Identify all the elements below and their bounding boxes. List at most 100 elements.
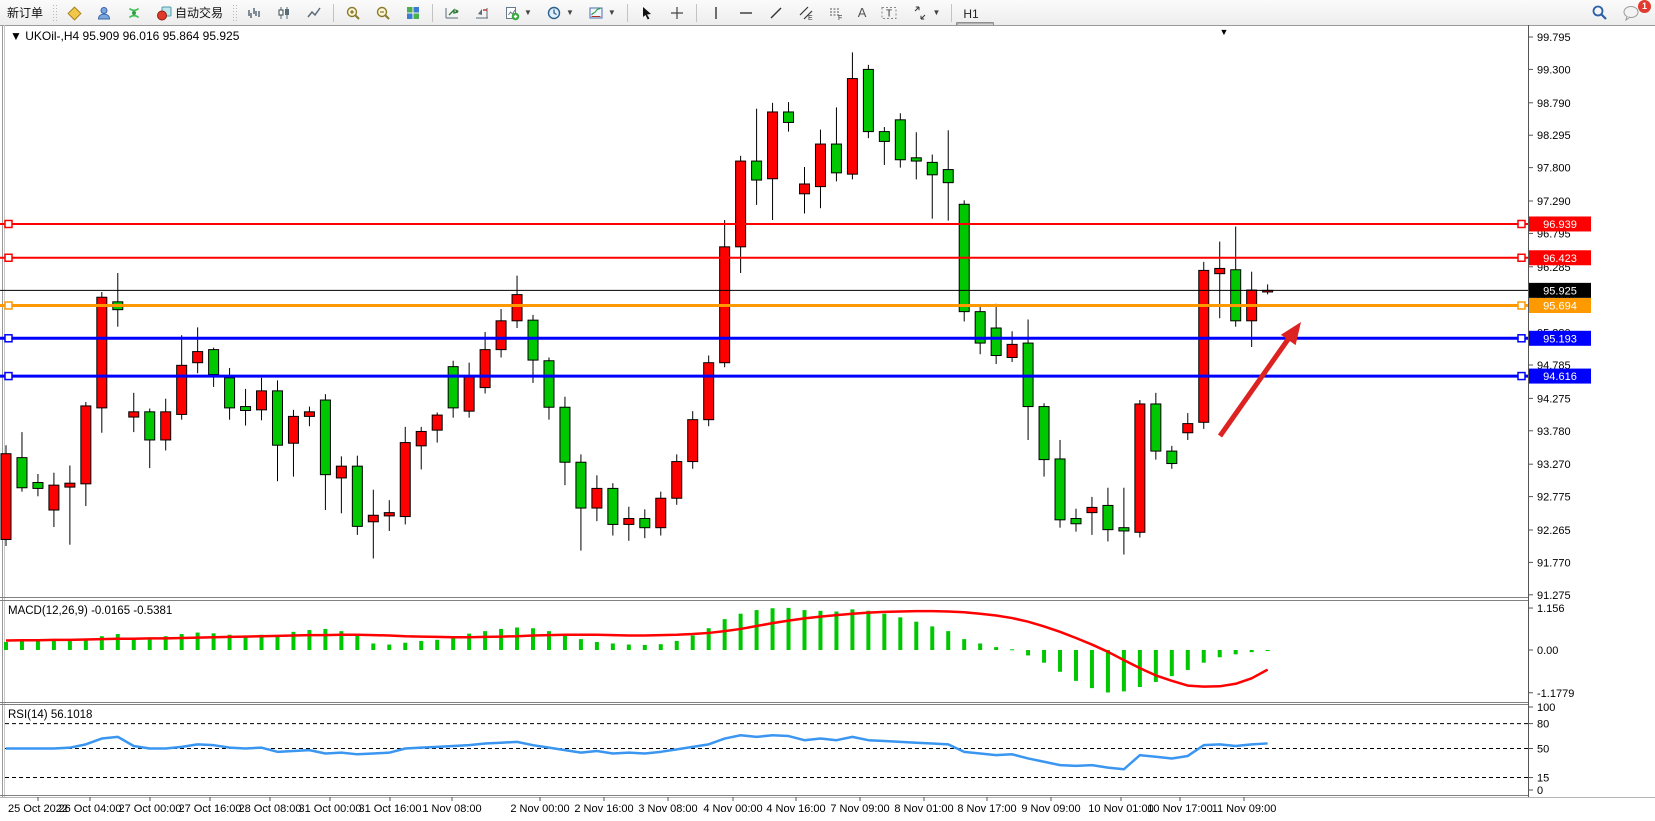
chart-shift-button[interactable] bbox=[468, 4, 496, 22]
timeframe-button-h1[interactable]: H1 bbox=[956, 4, 993, 22]
templates-button[interactable]: ▼ bbox=[582, 4, 622, 22]
user-icon bbox=[96, 5, 112, 21]
candle-bull bbox=[656, 498, 666, 527]
crosshair-tool-button[interactable] bbox=[663, 4, 691, 22]
time-tick-label: 10 Nov 01:00 bbox=[1088, 803, 1153, 815]
time-tick-label: 31 Oct 00:00 bbox=[299, 803, 362, 815]
macd-histogram-bar bbox=[148, 638, 152, 650]
macd-histogram-bar bbox=[419, 641, 423, 650]
zoom-out-button[interactable] bbox=[369, 4, 397, 22]
candle-bear bbox=[448, 367, 458, 408]
tile-windows-button[interactable] bbox=[399, 4, 427, 22]
candle-bear bbox=[784, 112, 794, 122]
notifications-button[interactable]: 1 bbox=[1616, 4, 1646, 22]
rsi-axis-label: 0 bbox=[1537, 785, 1543, 797]
macd-histogram-bar bbox=[994, 647, 998, 650]
trendline-tool-button[interactable] bbox=[762, 4, 790, 22]
crosshair-icon bbox=[669, 5, 685, 21]
macd-histogram-bar bbox=[116, 634, 120, 650]
accounts-button[interactable] bbox=[90, 4, 118, 22]
indicators-button[interactable]: ▼ bbox=[498, 4, 538, 22]
macd-histogram-bar bbox=[1234, 650, 1238, 654]
time-tick-label: 11 Nov 09:00 bbox=[1212, 803, 1277, 815]
candle-bull bbox=[336, 466, 346, 478]
shift-marker-icon[interactable]: ▼ bbox=[1220, 27, 1229, 37]
search-icon bbox=[1591, 4, 1608, 21]
price-badge-label: 95.193 bbox=[1543, 333, 1577, 345]
hline-anchor-left[interactable] bbox=[5, 254, 12, 261]
chart-canvas[interactable]: 99.79599.30098.79098.29597.80097.29096.7… bbox=[0, 25, 1655, 821]
price-tick-label: 93.780 bbox=[1537, 426, 1571, 438]
hline-tool-button[interactable] bbox=[732, 4, 760, 22]
hline-anchor-right[interactable] bbox=[1518, 373, 1525, 380]
periods-button[interactable]: ▼ bbox=[540, 4, 580, 22]
price-tick-label: 92.775 bbox=[1537, 492, 1571, 504]
macd-histogram-bar bbox=[882, 614, 886, 650]
text-tool-button[interactable]: A bbox=[852, 4, 873, 22]
macd-histogram-bar bbox=[850, 609, 854, 650]
hline-anchor-left[interactable] bbox=[5, 220, 12, 227]
hline-anchor-left[interactable] bbox=[5, 302, 12, 309]
text-label-icon: T bbox=[880, 5, 898, 21]
time-tick-label: 8 Nov 01:00 bbox=[894, 803, 953, 815]
channel-tool-button[interactable]: E bbox=[792, 4, 820, 22]
new-order-button[interactable]: 新订单 bbox=[1, 4, 49, 22]
hline-anchor-left[interactable] bbox=[5, 335, 12, 342]
candle-bear bbox=[272, 391, 282, 445]
zoom-in-button[interactable] bbox=[339, 4, 367, 22]
toolbar-separator bbox=[333, 4, 334, 22]
hline-anchor-left[interactable] bbox=[5, 373, 12, 380]
rsi-axis-label: 80 bbox=[1537, 719, 1549, 731]
candle-bull bbox=[161, 412, 171, 440]
macd-histogram-bar bbox=[403, 643, 407, 650]
rsi-axis-label: 50 bbox=[1537, 744, 1549, 756]
candle-bear bbox=[1231, 270, 1241, 321]
arrows-tool-button[interactable]: ▼ bbox=[906, 4, 946, 22]
macd-histogram-bar bbox=[307, 630, 311, 650]
candle-bear bbox=[608, 488, 618, 524]
candle-chart-button[interactable] bbox=[270, 4, 298, 22]
signals-button[interactable] bbox=[120, 4, 148, 22]
hline-anchor-right[interactable] bbox=[1518, 335, 1525, 342]
fibonacci-icon: F bbox=[828, 5, 844, 21]
hline-anchor-right[interactable] bbox=[1518, 254, 1525, 261]
bar-chart-icon bbox=[246, 5, 262, 21]
cursor-tool-button[interactable] bbox=[633, 4, 661, 22]
macd-histogram-bar bbox=[275, 635, 279, 650]
macd-histogram-bar bbox=[898, 617, 902, 650]
candle-bull bbox=[1215, 268, 1225, 273]
candle-bear bbox=[544, 361, 554, 407]
market-watch-button[interactable] bbox=[60, 4, 88, 22]
candle-bear bbox=[33, 483, 43, 489]
line-chart-button[interactable] bbox=[300, 4, 328, 22]
price-badge-label: 95.925 bbox=[1543, 285, 1577, 297]
candle-bear bbox=[911, 158, 921, 161]
price-tick-label: 98.790 bbox=[1537, 98, 1571, 110]
rsi-axis-label: 15 bbox=[1537, 773, 1549, 785]
search-button[interactable] bbox=[1585, 4, 1614, 22]
hline-anchor-right[interactable] bbox=[1518, 220, 1525, 227]
fibonacci-tool-button[interactable]: F bbox=[822, 4, 850, 22]
auto-trading-button[interactable]: 自动交易 bbox=[150, 4, 229, 22]
candle-bull bbox=[49, 485, 59, 510]
bar-chart-button[interactable] bbox=[240, 4, 268, 22]
time-tick-label: 10 Nov 17:00 bbox=[1147, 803, 1212, 815]
candle-bull bbox=[1007, 344, 1017, 357]
dropdown-caret: ▼ bbox=[932, 8, 940, 17]
macd-axis-label: 0.00 bbox=[1537, 645, 1558, 657]
chart-area[interactable]: 99.79599.30098.79098.29597.80097.29096.7… bbox=[0, 25, 1655, 821]
time-tick-label: 4 Nov 16:00 bbox=[766, 803, 825, 815]
macd-histogram-bar bbox=[1058, 650, 1062, 672]
svg-text:F: F bbox=[838, 15, 842, 21]
hline-anchor-right[interactable] bbox=[1518, 302, 1525, 309]
price-tick-label: 99.795 bbox=[1537, 32, 1571, 44]
text-label-tool-button[interactable]: T bbox=[874, 4, 904, 22]
macd-histogram-bar bbox=[771, 608, 775, 650]
price-tick-label: 94.275 bbox=[1537, 393, 1571, 405]
chart-forward-button[interactable] bbox=[438, 4, 466, 22]
price-tick-label: 98.295 bbox=[1537, 130, 1571, 142]
timeframe-button-m30[interactable]: M30 bbox=[956, 0, 993, 4]
price-badge-label: 94.616 bbox=[1543, 371, 1577, 383]
candle-bear bbox=[528, 320, 538, 360]
vline-tool-button[interactable] bbox=[702, 4, 730, 22]
